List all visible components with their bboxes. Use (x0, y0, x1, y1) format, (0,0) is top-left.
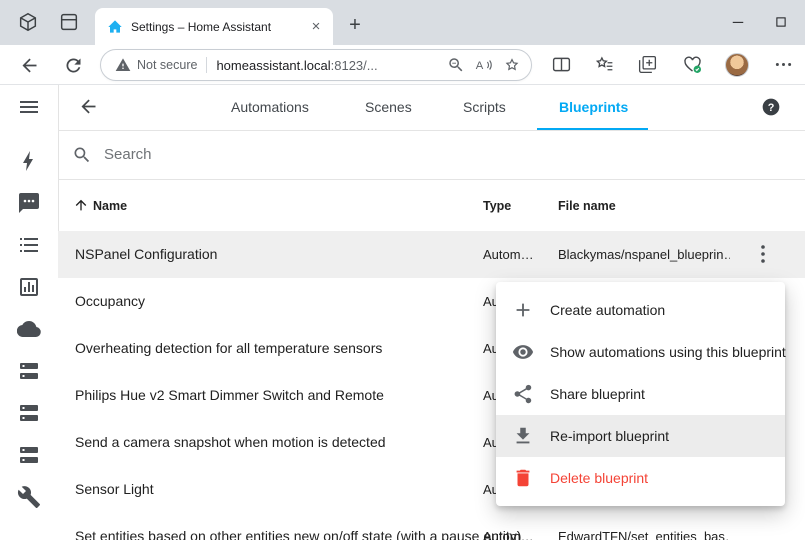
tab-close-icon[interactable]: × (307, 18, 325, 36)
blueprint-name: Send a camera snapshot when motion is de… (75, 434, 386, 450)
ha-header: Automations Scenes Scripts Blueprints ? (58, 85, 805, 131)
tab-title: Settings – Home Assistant (131, 20, 299, 34)
tab-scenes[interactable]: Scenes (365, 99, 412, 115)
menu-item-label: Create automation (550, 302, 665, 318)
url-host: homeassistant.local (216, 58, 330, 73)
workspaces-icon[interactable] (17, 11, 39, 33)
energy-icon[interactable] (17, 149, 41, 173)
zoom-out-icon[interactable] (447, 56, 465, 74)
help-icon[interactable]: ? (761, 97, 781, 117)
window-minimize-button[interactable] (729, 13, 747, 31)
search-icon (72, 145, 92, 165)
search-input[interactable] (102, 145, 426, 164)
table-row-nspanel[interactable]: NSPanel Configuration Autom… Blackymas/n… (58, 231, 805, 279)
menu-item-reimport-blueprint[interactable]: Re-import blueprint (496, 415, 785, 457)
browser-essentials-icon[interactable] (682, 54, 703, 75)
url-path: :8123/... (331, 58, 378, 73)
blueprint-context-menu: Create automation Show automations using… (496, 282, 785, 506)
browser-titlebar: Settings – Home Assistant × + (0, 0, 805, 45)
plus-icon (512, 299, 534, 321)
blueprint-type: Autom… (483, 247, 543, 262)
profile-avatar[interactable] (725, 53, 749, 77)
tab-blueprints[interactable]: Blueprints (559, 99, 628, 115)
developer-tools-icon[interactable] (17, 485, 41, 509)
menu-item-label: Delete blueprint (550, 470, 648, 486)
assist-icon[interactable] (17, 191, 41, 215)
blueprint-name: NSPanel Configuration (75, 246, 217, 262)
trash-icon (512, 467, 534, 489)
browser-back-button[interactable] (19, 55, 40, 76)
not-secure-warning-icon (115, 57, 131, 73)
address-divider (206, 57, 207, 73)
browser-tab[interactable]: Settings – Home Assistant × (95, 8, 333, 45)
blueprint-file: Blackymas/nspanel_blueprin… (558, 247, 730, 262)
home-assistant-favicon (107, 19, 123, 35)
svg-text:A: A (476, 60, 484, 72)
menu-item-label: Show automations using this blueprint (550, 344, 786, 360)
server-icon[interactable] (17, 443, 41, 467)
table-row[interactable]: Set entities based on other entities new… (58, 513, 805, 540)
bookmark-star-icon[interactable] (503, 56, 521, 74)
browser-toolbar: Not secure homeassistant.local :8123/...… (0, 45, 805, 85)
share-icon (512, 383, 534, 405)
screen: Settings – Home Assistant × + Not secure… (0, 0, 805, 540)
blueprint-type: Autom… (483, 529, 543, 540)
browser-refresh-button[interactable] (63, 55, 84, 76)
blueprint-name: Set entities based on other entities new… (75, 528, 521, 540)
menu-item-show-automations[interactable]: Show automations using this blueprint (496, 331, 785, 373)
tab-automations[interactable]: Automations (231, 99, 309, 115)
sidebar-menu-icon[interactable] (17, 95, 41, 119)
split-screen-icon[interactable] (551, 54, 572, 75)
column-header-name[interactable]: Name (93, 199, 127, 213)
menu-item-label: Re-import blueprint (550, 428, 669, 444)
blueprint-file: EdwardTFN/set_entities_bas… (558, 529, 730, 540)
blueprint-name: Overheating detection for all temperatur… (75, 340, 382, 356)
eye-icon (512, 341, 534, 363)
menu-item-delete-blueprint[interactable]: Delete blueprint (496, 457, 785, 499)
history-icon[interactable] (17, 275, 41, 299)
menu-item-create-automation[interactable]: Create automation (496, 289, 785, 331)
blueprint-name: Philips Hue v2 Smart Dimmer Switch and R… (75, 387, 384, 403)
blueprint-name: Occupancy (75, 293, 145, 309)
server-icon[interactable] (17, 401, 41, 425)
ha-back-button[interactable] (78, 96, 99, 117)
tab-actions-icon[interactable] (58, 11, 80, 33)
table-header: Name Type File name (58, 180, 805, 232)
logbook-icon[interactable] (17, 233, 41, 257)
sort-ascending-icon (73, 197, 89, 213)
window-maximize-button[interactable] (772, 13, 790, 31)
row-overflow-menu-icon[interactable] (751, 242, 775, 266)
import-icon (512, 425, 534, 447)
column-header-file[interactable]: File name (558, 199, 616, 213)
column-header-type[interactable]: Type (483, 199, 511, 213)
menu-item-share-blueprint[interactable]: Share blueprint (496, 373, 785, 415)
favorites-icon[interactable] (594, 54, 615, 75)
collections-icon[interactable] (637, 54, 658, 75)
blueprint-name: Sensor Light (75, 481, 154, 497)
menu-item-label: Share blueprint (550, 386, 645, 402)
read-aloud-icon[interactable]: A (475, 56, 493, 74)
svg-text:?: ? (768, 102, 775, 114)
new-tab-button[interactable]: + (345, 14, 365, 37)
security-status-label[interactable]: Not secure (137, 58, 197, 72)
server-icon[interactable] (17, 359, 41, 383)
tab-scripts[interactable]: Scripts (463, 99, 506, 115)
ha-sidebar (0, 85, 59, 540)
search-row (58, 130, 805, 180)
cloud-icon[interactable] (17, 317, 41, 341)
browser-menu-icon[interactable] (773, 54, 794, 75)
address-bar[interactable]: Not secure homeassistant.local :8123/...… (100, 49, 532, 81)
